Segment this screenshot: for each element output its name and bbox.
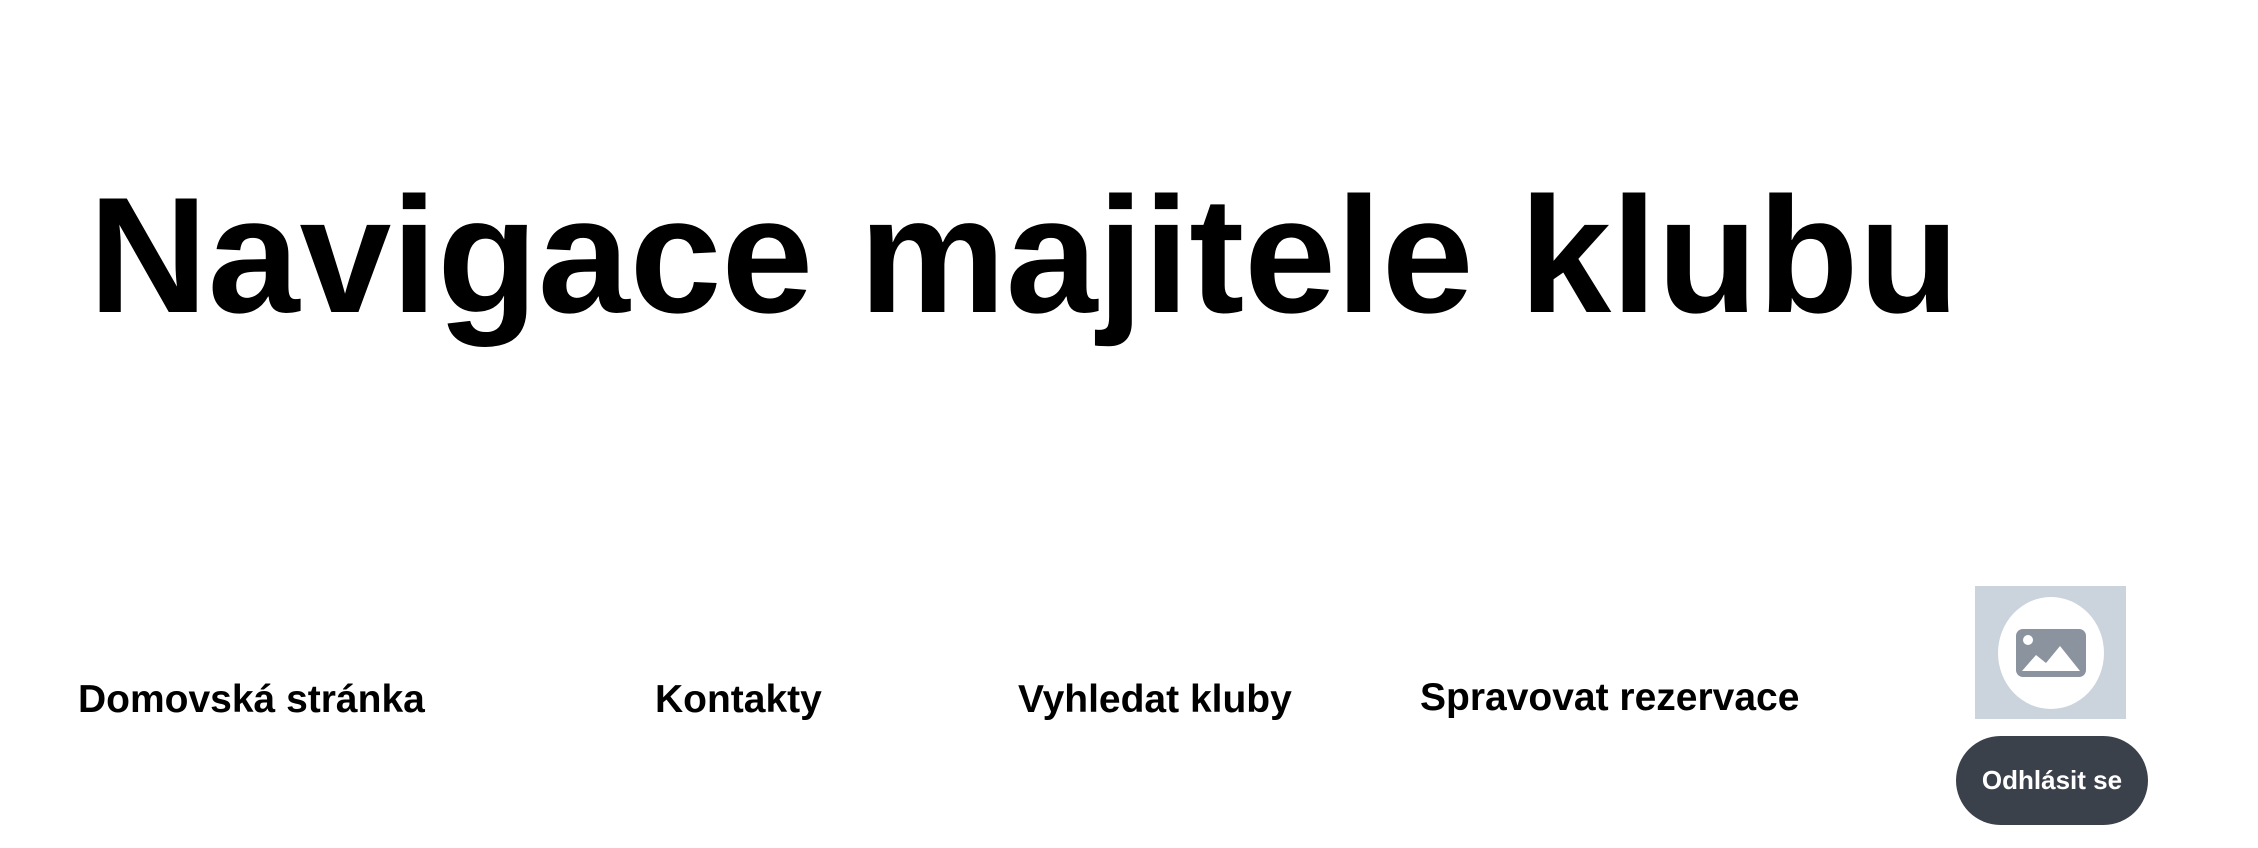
logout-button[interactable]: Odhlásit se <box>1956 736 2148 825</box>
nav-link-contacts[interactable]: Kontakty <box>655 677 822 723</box>
avatar-circle <box>1997 596 2104 709</box>
page-title-text: Navigace majitele klubu <box>88 163 1960 347</box>
image-placeholder-icon <box>2015 628 2086 677</box>
nav-link-home[interactable]: Domovská stránka <box>78 677 425 723</box>
nav-link-search-clubs[interactable]: Vyhledat kluby <box>1018 677 1292 723</box>
nav-link-manage-reservations[interactable]: Spravovat rezervace <box>1420 675 1799 721</box>
page-title: Navigace majitele klubu <box>0 170 2258 340</box>
avatar[interactable] <box>1975 586 2126 719</box>
